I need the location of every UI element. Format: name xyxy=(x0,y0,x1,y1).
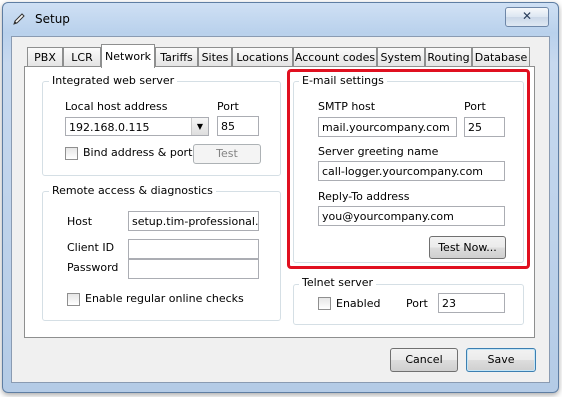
chevron-down-icon[interactable]: ▼ xyxy=(191,118,208,135)
password-field[interactable] xyxy=(128,259,259,279)
web-test-button[interactable]: Test xyxy=(193,144,261,164)
tab-lcr[interactable]: LCR xyxy=(63,47,101,67)
tab-routing[interactable]: Routing xyxy=(425,47,472,67)
tab-system[interactable]: System xyxy=(377,47,425,67)
telnet-group-title: Telnet server xyxy=(299,276,377,289)
tab-sites[interactable]: Sites xyxy=(198,47,232,67)
client-id-field[interactable] xyxy=(128,239,259,259)
password-label: Password xyxy=(67,261,119,274)
local-host-label: Local host address xyxy=(65,100,168,113)
tab-pbx[interactable]: PBX xyxy=(27,47,63,67)
local-host-value: 192.168.0.115 xyxy=(69,121,150,134)
online-checks-checkbox[interactable] xyxy=(67,293,80,306)
pencil-icon xyxy=(13,13,25,25)
local-host-combo[interactable]: 192.168.0.115 ▼ xyxy=(65,117,209,136)
telnet-port-label: Port xyxy=(406,297,428,310)
remote-host-field[interactable]: setup.tim-professional.com xyxy=(128,211,259,231)
close-button[interactable]: ✕ xyxy=(505,7,549,27)
web-port-label: Port xyxy=(217,100,239,113)
web-server-group-title: Integrated web server xyxy=(49,74,178,87)
tab-tariffs[interactable]: Tariffs xyxy=(155,47,198,67)
bind-address-checkbox[interactable] xyxy=(65,147,78,160)
remote-host-label: Host xyxy=(67,215,93,228)
telnet-port-field[interactable]: 23 xyxy=(438,293,505,313)
client-id-label: Client ID xyxy=(67,241,115,254)
tab-locations[interactable]: Locations xyxy=(232,47,293,67)
window-title: Setup xyxy=(35,12,70,26)
telnet-enabled-label: Enabled xyxy=(336,297,381,310)
tab-account-codes[interactable]: Account codes xyxy=(293,47,377,67)
save-button[interactable]: Save xyxy=(466,348,536,372)
tab-network[interactable]: Network xyxy=(101,44,155,68)
online-checks-label: Enable regular online checks xyxy=(85,292,244,305)
highlight-box xyxy=(287,69,530,269)
telnet-enabled-checkbox[interactable] xyxy=(318,297,331,310)
bind-address-label: Bind address & port xyxy=(83,146,193,159)
cancel-button[interactable]: Cancel xyxy=(390,348,458,372)
remote-access-group-title: Remote access & diagnostics xyxy=(49,184,216,197)
tab-database[interactable]: Database xyxy=(472,47,530,67)
web-port-field[interactable]: 85 xyxy=(217,116,259,136)
